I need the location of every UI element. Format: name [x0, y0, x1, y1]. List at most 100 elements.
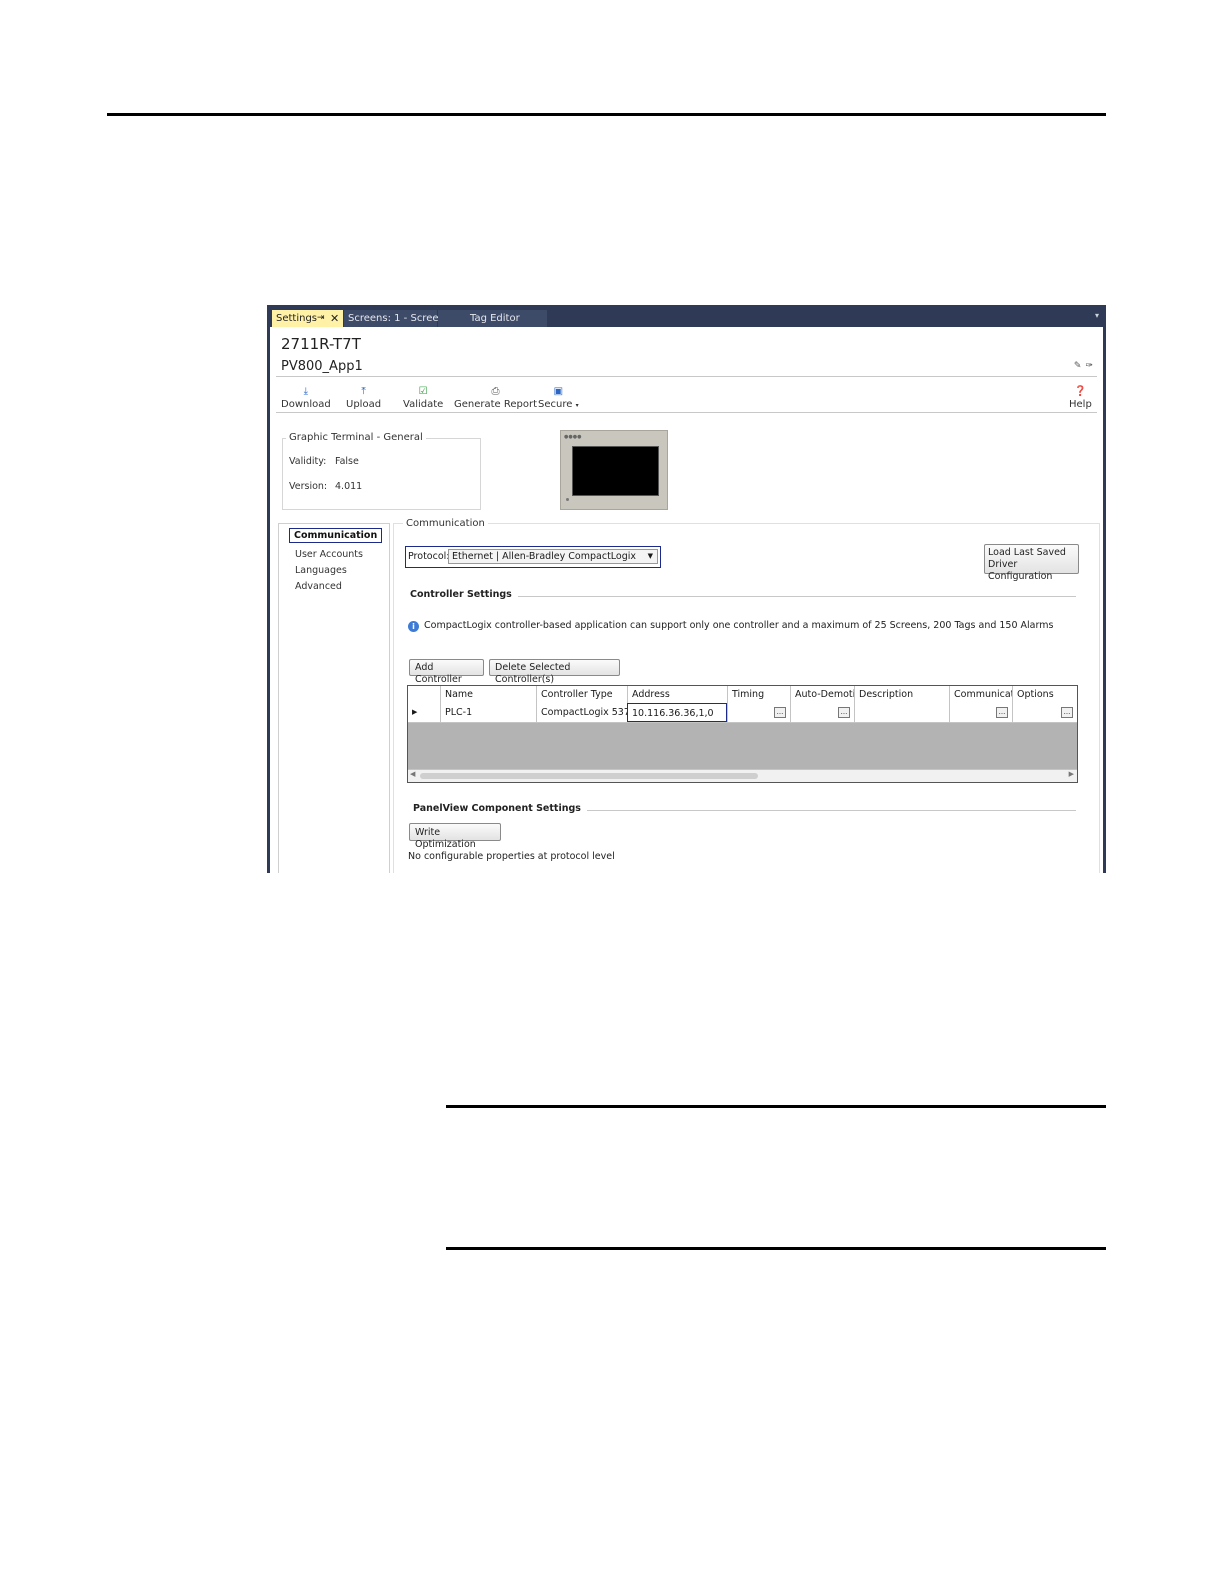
secure-button[interactable]: ▣ Secure ▾: [538, 385, 579, 410]
header-separator: [276, 376, 1097, 377]
validity-label: Validity:: [289, 456, 327, 467]
lock-icon: ▣: [553, 386, 564, 397]
edit-icons: ✎✑: [1074, 361, 1097, 371]
cell-description[interactable]: [854, 703, 949, 722]
checkbox-check-icon: ☑: [418, 386, 428, 397]
info-text: CompactLogix controller-based applicatio…: [424, 620, 1054, 631]
tab-screens[interactable]: Screens: 1 - Screen_1: [344, 310, 456, 327]
column-header-description[interactable]: Description: [854, 686, 949, 703]
protocol-value: Ethernet | Allen-Bradley CompactLogix: [452, 551, 637, 562]
validate-label: Validate: [403, 399, 444, 410]
brand-logo: ●●●●: [564, 434, 582, 440]
protocol-note: No configurable properties at protocol l…: [408, 851, 615, 862]
version-value: 4.011: [335, 481, 363, 492]
validity-value: False: [335, 456, 359, 467]
column-header-name[interactable]: Name: [440, 686, 536, 703]
column-header-timing[interactable]: Timing: [727, 686, 790, 703]
settings-window: Settings ⇥ ✕ Screens: 1 - Screen_1 Tag E…: [267, 305, 1106, 873]
generate-report-label: Generate Report: [454, 399, 538, 410]
grid-header-row: Name Controller Type Address Timing Auto…: [408, 686, 1077, 704]
terminal-led: [566, 498, 569, 501]
load-saved-line2: Driver Configuration: [988, 559, 1053, 582]
table-row[interactable]: ▶ PLC-1 CompactLogix 5370 10.116.36.36,1…: [408, 703, 1077, 723]
write-optimization-button[interactable]: Write Optimization: [409, 823, 501, 850]
communication-title: Communication: [403, 518, 488, 529]
download-button[interactable]: ⤓ Download: [281, 385, 331, 410]
nav-item-languages[interactable]: Languages: [295, 565, 347, 576]
controller-info: i CompactLogix controller-based applicati…: [408, 620, 1053, 632]
close-icon[interactable]: ✕: [330, 310, 339, 327]
protocol-label: Protocol:: [408, 551, 450, 562]
row-selector-icon[interactable]: ▶: [408, 703, 440, 722]
panelview-settings-title: PanelView Component Settings: [413, 803, 587, 814]
cell-communication[interactable]: ...: [949, 703, 1012, 722]
chevron-down-icon: ▼: [647, 552, 653, 560]
chevron-down-icon: ▾: [575, 402, 579, 409]
address-input[interactable]: 10.116.36.36,1,0: [627, 703, 727, 722]
nav-item-communication[interactable]: Communication: [289, 528, 383, 543]
timing-ellipsis-button[interactable]: ...: [774, 707, 786, 718]
protocol-select[interactable]: Ethernet | Allen-Bradley CompactLogix ▼: [448, 549, 658, 564]
upload-button[interactable]: ⤒ Upload: [346, 385, 381, 410]
upload-label: Upload: [346, 399, 382, 410]
help-button[interactable]: ❓ Help: [1069, 385, 1092, 410]
protocol-row: Protocol: Ethernet | Allen-Bradley Compa…: [405, 546, 661, 568]
version-label: Version:: [289, 481, 328, 492]
column-header-controller-type[interactable]: Controller Type: [536, 686, 627, 703]
scroll-right-icon[interactable]: ▶: [1069, 770, 1074, 778]
page-top-rule: [107, 113, 1106, 116]
options-ellipsis-button[interactable]: ...: [1061, 707, 1073, 718]
scroll-left-icon[interactable]: ◀: [410, 770, 415, 778]
tab-label: Tag Editor: [470, 313, 520, 324]
column-header-communication[interactable]: Communicat: [949, 686, 1012, 703]
communication-ellipsis-button[interactable]: ...: [996, 707, 1008, 718]
delete-controllers-button[interactable]: Delete Selected Controller(s): [489, 659, 620, 685]
cell-controller-type[interactable]: CompactLogix 5370: [536, 703, 627, 722]
download-icon: ⤓: [303, 386, 309, 397]
printer-icon: ⎙: [491, 386, 500, 397]
app-name: PV800_App1: [281, 359, 363, 374]
tab-dropdown-icon[interactable]: ▾: [1095, 311, 1099, 320]
auto-demote-ellipsis-button[interactable]: ...: [838, 707, 850, 718]
secure-label: Secure: [538, 399, 573, 410]
download-label: Download: [281, 399, 331, 410]
table-top-rule: [446, 1105, 1106, 1108]
column-header-address[interactable]: Address: [627, 686, 727, 703]
load-saved-line1: Load Last Saved: [988, 547, 1066, 558]
tab-tag-editor[interactable]: Tag Editor: [438, 310, 547, 327]
controller-settings-title: Controller Settings: [410, 589, 518, 600]
horizontal-scrollbar[interactable]: ◀ ▶: [408, 769, 1077, 782]
pencil-icon[interactable]: ✎: [1074, 361, 1086, 371]
tab-label: Settings: [276, 313, 318, 324]
help-label: Help: [1069, 399, 1092, 410]
validate-button[interactable]: ☑ Validate: [403, 385, 443, 410]
load-last-saved-button[interactable]: Load Last Saved Driver Configuration: [984, 544, 1079, 582]
terminal-image: ●●●●: [560, 430, 668, 510]
controller-grid: Name Controller Type Address Timing Auto…: [407, 685, 1078, 783]
general-group: Graphic Terminal - General Validity: Fal…: [282, 432, 481, 510]
general-title: Graphic Terminal - General: [286, 432, 426, 443]
cell-name[interactable]: PLC-1: [440, 703, 536, 722]
toolbar-separator: [276, 412, 1097, 413]
help-icon: ❓: [1074, 386, 1087, 397]
generate-report-button[interactable]: ⎙ Generate Report: [454, 385, 537, 410]
table-bottom-rule: [446, 1247, 1106, 1250]
tab-settings[interactable]: Settings ⇥ ✕: [272, 310, 343, 327]
settings-nav: Communication User Accounts Languages Ad…: [278, 523, 390, 873]
column-header-auto-demote[interactable]: Auto-Demoti: [790, 686, 854, 703]
cell-auto-demote[interactable]: ...: [790, 703, 854, 722]
nav-item-user-accounts[interactable]: User Accounts: [295, 549, 363, 560]
cell-timing[interactable]: ...: [727, 703, 790, 722]
terminal-screen: [572, 446, 659, 496]
cell-options[interactable]: ...: [1012, 703, 1077, 722]
eraser-icon[interactable]: ✑: [1085, 361, 1097, 371]
nav-item-advanced[interactable]: Advanced: [295, 581, 342, 592]
scrollbar-thumb[interactable]: [420, 773, 758, 779]
pin-icon[interactable]: ⇥: [317, 310, 325, 327]
add-controller-button[interactable]: Add Controller: [409, 659, 484, 685]
tab-bar: Settings ⇥ ✕ Screens: 1 - Screen_1 Tag E…: [270, 307, 1103, 327]
column-header-options[interactable]: Options: [1012, 686, 1077, 703]
terminal-model: 2711R-T7T: [281, 335, 361, 353]
upload-icon: ⤒: [361, 386, 366, 397]
info-icon: i: [408, 621, 419, 632]
